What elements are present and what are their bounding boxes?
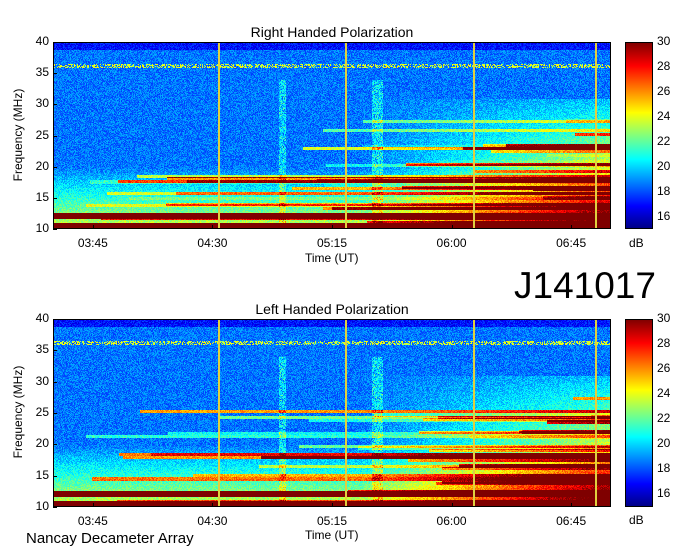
panel-title: Right Handed Polarization [250, 24, 414, 40]
colorbar-tick-label: 30 [657, 34, 671, 48]
y-tick-mark [53, 475, 57, 477]
x-tick-label: 06:00 [436, 236, 467, 250]
x-tick-mark [571, 225, 573, 229]
colorbar-tick-label: 22 [657, 133, 671, 148]
x-tick-mark [451, 225, 453, 229]
colorbar-tick-label: 26 [657, 83, 671, 98]
x-tick-mark [212, 225, 214, 229]
y-tick-mark [53, 350, 57, 352]
y-tick-label: 35 [35, 65, 49, 80]
colorbar-label: dB [629, 236, 644, 250]
y-tick-mark [53, 381, 57, 383]
y-tick-label: 15 [35, 467, 49, 482]
y-tick-mark [53, 507, 57, 508]
y-tick-mark [53, 229, 57, 230]
y-axis-label: Frequency (MHz) [11, 365, 25, 459]
x-tick-mark [92, 503, 94, 507]
colorbar-tick-label: 26 [657, 361, 671, 376]
colorbar-tick-label: 28 [657, 58, 671, 73]
y-tick-mark [53, 444, 57, 446]
x-tick-mark [92, 225, 94, 229]
x-tick-mark [212, 503, 214, 507]
colorbar-tick-label: 18 [657, 183, 671, 198]
colorbar-tick-label: 22 [657, 411, 671, 426]
y-tick-mark [53, 42, 57, 43]
x-tick-mark [451, 503, 453, 507]
instrument-name: Nancay Decameter Array [26, 530, 194, 547]
colorbar-tick-label: 20 [657, 158, 671, 173]
x-tick-mark [332, 503, 333, 507]
colorbar-tick-label: 16 [657, 486, 671, 501]
x-tick-label: 03:45 [77, 514, 108, 528]
colorbar-tick-label: 30 [657, 311, 671, 325]
y-tick-label: 10 [35, 221, 49, 235]
y-tick-label: 35 [35, 342, 49, 357]
observation-id: J141017 [514, 265, 656, 306]
colorbar-tick-label: 24 [657, 386, 671, 401]
colorbar-tick-label: 20 [657, 436, 671, 451]
panel-title: Left Handed Polarization [255, 301, 409, 317]
spectrogram-heatmap [53, 319, 611, 507]
x-tick-label: 06:45 [556, 236, 587, 250]
spectrogram-heatmap [53, 42, 611, 229]
x-tick-label: 06:45 [556, 514, 587, 528]
colorbar-tick-label: 28 [657, 336, 671, 351]
y-tick-mark [53, 135, 57, 137]
y-tick-label: 40 [35, 311, 49, 325]
x-tick-label: 04:30 [197, 514, 228, 528]
x-tick-label: 06:00 [436, 514, 467, 528]
x-tick-label: 05:15 [316, 236, 348, 250]
colorbar-label: dB [629, 513, 644, 527]
y-tick-mark [53, 197, 57, 199]
x-tick-label: 04:30 [197, 236, 228, 250]
x-tick-label: 05:15 [316, 514, 348, 528]
x-tick-mark [571, 503, 573, 507]
y-axis-label: Frequency (MHz) [11, 88, 25, 182]
colorbar-tick-label: 16 [657, 208, 671, 223]
y-tick-mark [53, 73, 57, 75]
colorbar-tick-label: 24 [657, 108, 671, 123]
y-tick-mark [53, 166, 57, 168]
y-tick-mark [53, 319, 57, 320]
colorbar [625, 42, 653, 229]
colorbar [625, 319, 653, 507]
y-tick-label: 40 [35, 34, 49, 48]
y-tick-mark [53, 104, 57, 106]
colorbar-tick-label: 18 [657, 461, 671, 476]
y-tick-label: 15 [35, 189, 49, 204]
x-axis-label: Time (UT) [305, 251, 359, 265]
y-tick-label: 10 [35, 499, 49, 513]
x-axis-label: Time (UT) [305, 528, 359, 542]
x-tick-mark [332, 225, 333, 229]
y-tick-mark [53, 413, 57, 414]
x-tick-label: 03:45 [77, 236, 108, 250]
